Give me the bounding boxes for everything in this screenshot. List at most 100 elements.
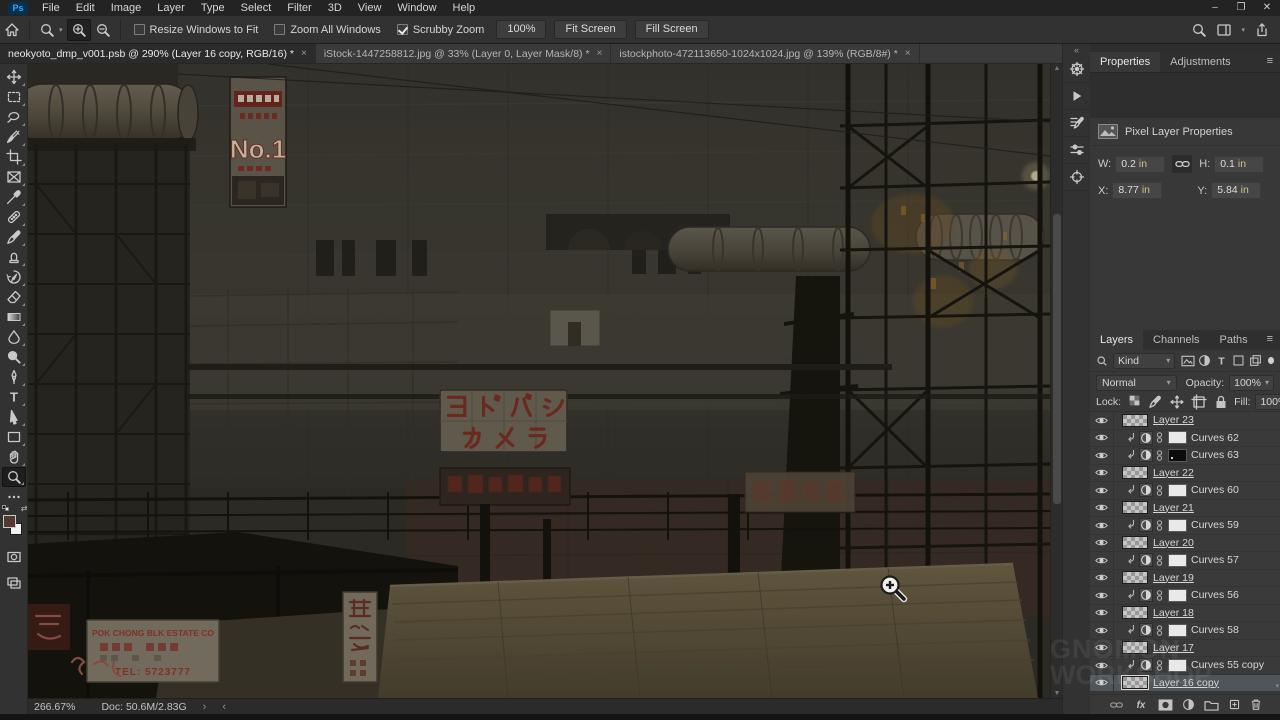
- height-field[interactable]: 0.1in: [1214, 156, 1264, 173]
- zoom-in-button[interactable]: [67, 19, 91, 41]
- foreground-color-swatch[interactable]: [3, 515, 16, 528]
- visibility-toggle[interactable]: [1090, 657, 1114, 674]
- canvas-vertical-scrollbar[interactable]: ▲ ▼: [1050, 64, 1062, 698]
- layer-style-fx-button[interactable]: fx: [1133, 698, 1149, 711]
- layer-thumbnail[interactable]: [1122, 641, 1148, 654]
- scrollbar-thumb[interactable]: [1053, 214, 1061, 504]
- layer-name[interactable]: Curves 56: [1191, 589, 1239, 601]
- screen-mode-button[interactable]: [2, 573, 26, 593]
- layer-name[interactable]: Curves 55 copy: [1191, 659, 1264, 671]
- close-icon[interactable]: ×: [597, 48, 603, 59]
- rectangle-tool[interactable]: [2, 427, 26, 447]
- eyedropper-tool[interactable]: [2, 187, 26, 207]
- layer-name[interactable]: Layer 19: [1153, 572, 1194, 584]
- layer-thumbnail[interactable]: [1122, 501, 1148, 514]
- layer-row-curves-56[interactable]: Curves 56: [1090, 587, 1280, 605]
- move-tool[interactable]: [2, 67, 26, 87]
- mask-thumbnail[interactable]: [1168, 589, 1187, 602]
- layer-name[interactable]: Layer 21: [1153, 502, 1194, 514]
- panel-menu-icon[interactable]: ≡: [1260, 52, 1280, 72]
- tab-properties[interactable]: Properties: [1090, 52, 1160, 72]
- pen-tool[interactable]: [2, 367, 26, 387]
- layer-thumbnail[interactable]: [1122, 676, 1148, 689]
- visibility-toggle[interactable]: [1090, 552, 1114, 569]
- layer-row-curves-63[interactable]: Curves 63: [1090, 447, 1280, 465]
- rectangular-marquee-tool[interactable]: [2, 87, 26, 107]
- visibility-toggle[interactable]: [1090, 675, 1114, 692]
- mask-thumbnail[interactable]: [1168, 519, 1187, 532]
- layer-thumbnail[interactable]: [1122, 606, 1148, 619]
- gradient-tool[interactable]: [2, 307, 26, 327]
- lock-transparency-button[interactable]: [1128, 394, 1141, 410]
- crop-tool[interactable]: [2, 147, 26, 167]
- quick-selection-tool[interactable]: [2, 127, 26, 147]
- menu-filter[interactable]: Filter: [279, 0, 319, 16]
- fill-field[interactable]: 100%▾: [1255, 394, 1280, 410]
- history-brush-tool[interactable]: [2, 267, 26, 287]
- lock-pixels-button[interactable]: [1147, 394, 1163, 410]
- checkbox-box[interactable]: [274, 24, 285, 35]
- menu-file[interactable]: File: [34, 0, 68, 16]
- tool-presets-panel-button[interactable]: [1063, 137, 1091, 164]
- chevron-down-icon[interactable]: ▾: [1241, 26, 1245, 34]
- share-icon[interactable]: [1254, 22, 1270, 38]
- layer-thumbnail[interactable]: [1122, 571, 1148, 584]
- layer-row-curves-55-copy[interactable]: Curves 55 copy: [1090, 657, 1280, 675]
- clone-source-panel-button[interactable]: [1063, 164, 1091, 191]
- layer-row-layer-19[interactable]: Layer 19: [1090, 570, 1280, 588]
- quick-mask-button[interactable]: [2, 547, 26, 567]
- status-flyout-icon2[interactable]: ‹: [222, 701, 226, 713]
- delete-layer-button[interactable]: [1250, 698, 1262, 711]
- zoom-tool[interactable]: [2, 467, 26, 487]
- menu-help[interactable]: Help: [445, 0, 484, 16]
- layer-name[interactable]: Layer 16 copy: [1153, 677, 1219, 689]
- actions-play-panel-button[interactable]: [1063, 83, 1091, 110]
- minimize-button[interactable]: –: [1202, 0, 1228, 16]
- lock-position-button[interactable]: [1169, 394, 1185, 410]
- canvas-image[interactable]: No.1: [28, 64, 1050, 698]
- layer-row-curves-60[interactable]: Curves 60: [1090, 482, 1280, 500]
- status-flyout-icon[interactable]: ›: [203, 701, 207, 713]
- visibility-toggle[interactable]: [1090, 605, 1114, 622]
- layer-name[interactable]: Curves 59: [1191, 519, 1239, 531]
- tab-adjustments[interactable]: Adjustments: [1160, 52, 1241, 72]
- layer-row-layer-23[interactable]: Layer 23: [1090, 412, 1280, 430]
- visibility-toggle[interactable]: [1090, 412, 1114, 429]
- frame-tool[interactable]: [2, 167, 26, 187]
- type-tool[interactable]: T: [2, 387, 26, 407]
- width-field[interactable]: 0.2in: [1115, 156, 1165, 173]
- 100%-button[interactable]: 100%: [496, 20, 546, 39]
- visibility-toggle[interactable]: [1090, 535, 1114, 552]
- adjustment-filter-button[interactable]: [1197, 354, 1212, 367]
- document-tab-2[interactable]: iStock-1447258812.jpg @ 33% (Layer 0, La…: [316, 44, 612, 63]
- close-button[interactable]: ✕: [1254, 0, 1280, 16]
- lock-all-button[interactable]: [1213, 394, 1229, 410]
- layer-name[interactable]: Curves 63: [1191, 449, 1239, 461]
- visibility-toggle[interactable]: [1090, 430, 1114, 447]
- zoom-tool-preset[interactable]: [35, 19, 59, 41]
- eraser-tool[interactable]: [2, 287, 26, 307]
- chevron-down-icon[interactable]: ▾: [59, 26, 63, 34]
- document-tab-3[interactable]: istockphoto-472113650-1024x1024.jpg @ 13…: [611, 44, 919, 63]
- layer-name[interactable]: Curves 57: [1191, 554, 1239, 566]
- layer-name[interactable]: Layer 17: [1153, 642, 1194, 654]
- pixel-filter-button[interactable]: [1180, 354, 1195, 367]
- checkbox-scrubby-zoom[interactable]: Scrubby Zoom: [397, 24, 485, 36]
- swap-colors-icon[interactable]: ⇄: [21, 504, 28, 513]
- tab-channels[interactable]: Channels: [1143, 330, 1209, 350]
- close-icon[interactable]: ×: [301, 48, 307, 59]
- menu-image[interactable]: Image: [103, 0, 150, 16]
- menu-type[interactable]: Type: [193, 0, 233, 16]
- y-field[interactable]: 5.84in: [1211, 182, 1261, 199]
- new-group-button[interactable]: [1204, 699, 1219, 711]
- layer-row-layer-18[interactable]: Layer 18: [1090, 605, 1280, 623]
- smart-object-filter-button[interactable]: [1248, 354, 1263, 367]
- brush-tool[interactable]: [2, 227, 26, 247]
- layer-row-curves-57[interactable]: Curves 57: [1090, 552, 1280, 570]
- visibility-toggle[interactable]: [1090, 587, 1114, 604]
- visibility-toggle[interactable]: [1090, 517, 1114, 534]
- visibility-toggle[interactable]: [1090, 482, 1114, 499]
- layer-name[interactable]: Curves 58: [1191, 624, 1239, 636]
- checkbox-box[interactable]: [397, 24, 408, 35]
- fit-screen-button[interactable]: Fit Screen: [554, 20, 626, 39]
